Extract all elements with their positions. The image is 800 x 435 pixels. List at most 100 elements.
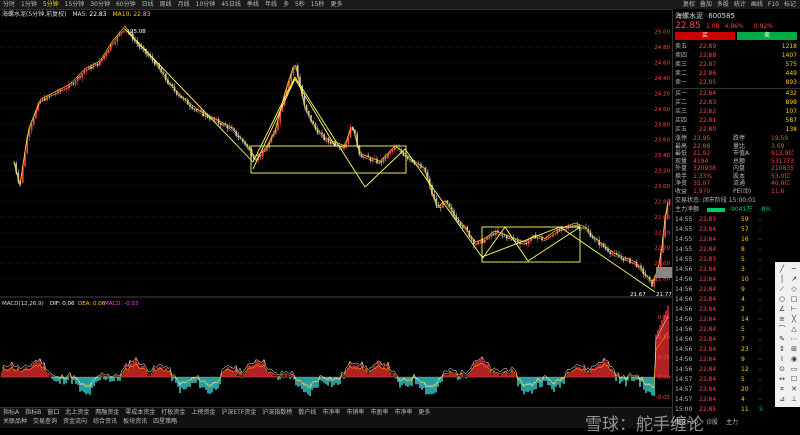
period-tab[interactable]: 60分钟 — [113, 0, 139, 9]
drawing-tool-icon[interactable]: ○ — [777, 294, 787, 304]
period-tab[interactable]: 日线 — [139, 0, 157, 9]
toolbar-button[interactable]: 多股 — [717, 1, 729, 8]
drawing-tool-icon[interactable]: ↗ — [789, 274, 799, 284]
drawing-tool-icon[interactable]: △ — [789, 324, 799, 334]
footer-main[interactable]: 主力 — [726, 419, 738, 426]
drawing-tool-icon[interactable]: ⋯ — [789, 334, 799, 344]
drawing-tool-icon[interactable]: ╳ — [789, 314, 799, 324]
drawing-tool-icon[interactable]: ╱ — [777, 264, 787, 274]
buy-button[interactable]: 买 — [675, 32, 735, 40]
drawing-tool-icon[interactable]: ◇ — [789, 284, 799, 294]
drawing-tool-icon[interactable]: ◉ — [789, 354, 799, 364]
macd-bar — [477, 361, 479, 378]
toolbar-button[interactable]: F10 — [768, 1, 779, 8]
macd-bar — [501, 373, 503, 378]
drawing-tool-icon[interactable]: ▭ — [789, 364, 799, 374]
period-tab[interactable]: 分时 — [0, 0, 18, 9]
info-tab[interactable]: 综合资讯 — [90, 417, 120, 426]
drawing-tool-icon[interactable]: ✕ — [789, 384, 799, 394]
info-tab[interactable]: 关联品种 — [0, 417, 30, 426]
period-tab[interactable]: 15分钟 — [62, 0, 88, 9]
indicator-tab[interactable]: 市净率 — [391, 408, 415, 417]
indicator-tab[interactable]: 市销率 — [343, 408, 367, 417]
cell: 22.84 — [699, 376, 717, 383]
kline-chart[interactable]: 25.00 24.80 24.60 24.40 24.20 24.00 23.80 23.60… — [0, 9, 700, 427]
macd-bar — [31, 364, 33, 378]
indicator-tab[interactable]: 沪深指数榜 — [259, 408, 295, 417]
toolbar-button[interactable]: 叠加 — [700, 1, 712, 8]
indicator-tab[interactable]: 市盈率 — [367, 408, 391, 417]
drawing-tool-icon[interactable]: ≡ — [777, 314, 787, 324]
indicator-tab[interactable]: 零成本资金 — [122, 408, 158, 417]
cell: - — [759, 326, 762, 333]
period-tab[interactable]: 更多 — [327, 0, 345, 9]
macd-bar — [535, 377, 537, 390]
drawing-tool-icon[interactable]: ⊙ — [777, 364, 787, 374]
price-pct: 4.96% — [724, 23, 744, 30]
toolbar-button[interactable]: 标记 — [784, 1, 796, 8]
drawing-tool-icon[interactable]: ↔ — [777, 374, 787, 384]
sell-button[interactable]: 卖 — [737, 32, 797, 40]
drawing-tool-icon[interactable]: ⊥ — [789, 394, 799, 404]
indicator-tab[interactable]: 两融资金 — [92, 408, 122, 417]
macd-bar — [167, 371, 169, 378]
drawing-tool-icon[interactable]: ─ — [789, 264, 799, 274]
indicator-tab[interactable]: 沪深ETF资金 — [218, 408, 259, 417]
period-tab[interactable]: 5秒 — [292, 0, 308, 9]
drawing-tool-icon[interactable]: ⊿ — [777, 394, 787, 404]
cell: 最高 — [675, 142, 688, 150]
cell: 4 — [741, 396, 745, 403]
indicator-tab[interactable]: 打板资金 — [158, 408, 188, 417]
drawing-tool-icon[interactable]: ⌗ — [777, 384, 787, 394]
info-tab[interactable]: 四星策略 — [150, 417, 180, 426]
cell: 总额 — [733, 157, 746, 165]
period-tab[interactable]: 1分钟 — [18, 0, 40, 9]
drawing-tool-icon[interactable]: ⌒ — [777, 324, 787, 334]
toolbar-button[interactable]: 统计 — [734, 1, 746, 8]
candle-body — [48, 95, 50, 97]
indicator-tab[interactable]: 指标B — [22, 408, 44, 417]
drawing-tool-icon[interactable]: ⊞ — [789, 344, 799, 354]
info-tab[interactable]: 资金流向 — [60, 417, 90, 426]
period-tab[interactable]: 30分钟 — [87, 0, 113, 9]
drawing-tool-icon[interactable]: ∠ — [777, 304, 787, 314]
indicator-tab[interactable]: 指标A — [0, 408, 22, 417]
toolbar-button[interactable]: 画线 — [751, 1, 763, 8]
drawing-tool-icon[interactable]: ⊢ — [789, 304, 799, 314]
footer-diagnose[interactable]: 诊股 — [706, 419, 718, 426]
period-tab[interactable]: 15秒 — [308, 0, 328, 9]
indicator-tab[interactable]: 上榜资金 — [188, 408, 218, 417]
info-tab[interactable]: 板块资讯 — [120, 417, 150, 426]
period-tab[interactable]: 月线 — [175, 0, 193, 9]
macd-bar — [453, 374, 455, 378]
drawing-tool-icon[interactable]: ⟋ — [777, 284, 787, 294]
toolbar-button[interactable]: 复权 — [683, 1, 695, 8]
period-tab[interactable]: 5分钟 — [40, 0, 62, 9]
drawing-tool-icon[interactable]: ↕ — [777, 344, 787, 354]
period-tab[interactable]: 45日线 — [218, 0, 244, 9]
drawing-tool-icon[interactable]: ✎ — [777, 334, 787, 344]
period-tab[interactable]: 10分钟 — [193, 0, 219, 9]
macd-bar — [105, 377, 107, 381]
macd-bar — [35, 360, 37, 378]
cell: 5 — [741, 256, 745, 263]
indicator-tab[interactable]: 更多 — [415, 408, 433, 417]
macd-y-tick: -0.05 — [656, 395, 671, 401]
drawing-tool-icon[interactable]: ⌇ — [777, 354, 787, 364]
drawing-tool-icon[interactable]: ☐ — [789, 374, 799, 384]
info-tab[interactable]: 交易查询 — [30, 417, 60, 426]
trend-lines — [124, 28, 656, 293]
indicator-tab[interactable]: 市净率 — [319, 408, 343, 417]
period-tab[interactable]: 周线 — [157, 0, 175, 9]
indicator-tab[interactable]: 北上资金 — [62, 408, 92, 417]
macd-bar — [107, 377, 109, 379]
period-tab[interactable]: 年线 — [262, 0, 280, 9]
period-tab[interactable]: 季线 — [244, 0, 262, 9]
drawing-tool-icon[interactable]: □ — [789, 294, 799, 304]
macd-bar — [491, 374, 493, 378]
cell: 4194 — [693, 157, 709, 165]
period-tab[interactable]: 多 — [280, 0, 292, 9]
indicator-tab[interactable]: 散户线 — [295, 408, 319, 417]
indicator-tab[interactable]: 窗口 — [44, 408, 62, 417]
drawing-tool-icon[interactable]: │ — [777, 274, 787, 284]
